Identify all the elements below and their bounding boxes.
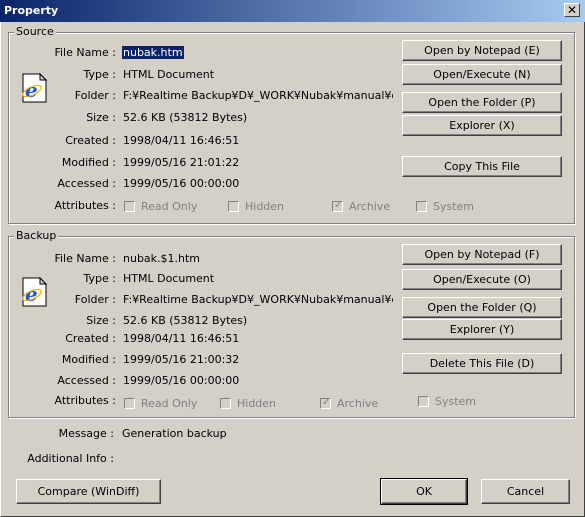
source-folder-label: Folder : xyxy=(74,89,116,102)
backup-created-label: Created : xyxy=(65,332,116,345)
delete-file-button[interactable]: Delete This File (D) xyxy=(402,353,562,374)
source-readonly-checkbox[interactable]: Read Only xyxy=(124,200,197,213)
source-created-value: 1998/04/11 16:46:51 xyxy=(123,134,240,147)
backup-attributes-label: Attributes : xyxy=(54,394,116,407)
copy-file-button[interactable]: Copy This File xyxy=(402,156,562,177)
backup-open-execute-button[interactable]: Open/Execute (O) xyxy=(402,269,562,290)
source-created-label: Created : xyxy=(65,134,116,147)
cancel-button[interactable]: Cancel xyxy=(481,479,570,504)
compare-windiff-button[interactable]: Compare (WinDiff) xyxy=(16,479,161,504)
source-file-name-label: File Name : xyxy=(54,46,116,59)
backup-type-label: Type : xyxy=(83,272,116,285)
checkmark-icon: ✓ xyxy=(334,200,343,211)
backup-file-name-value: nubak.$1.htm xyxy=(123,252,201,265)
backup-accessed-value: 1999/05/16 00:00:00 xyxy=(123,374,240,387)
backup-archive-checkbox[interactable]: ✓ Archive xyxy=(320,397,378,410)
backup-hidden-checkbox[interactable]: Hidden xyxy=(220,397,276,410)
backup-created-value: 1998/04/11 16:46:51 xyxy=(123,332,240,345)
backup-system-checkbox[interactable]: System xyxy=(418,395,476,408)
source-hidden-checkbox[interactable]: Hidden xyxy=(228,200,284,213)
checkmark-icon: ✓ xyxy=(322,397,331,408)
source-open-notepad-button[interactable]: Open by Notepad (E) xyxy=(402,40,562,61)
source-accessed-label: Accessed : xyxy=(57,177,116,190)
source-system-checkbox[interactable]: System xyxy=(416,200,474,213)
backup-accessed-label: Accessed : xyxy=(57,374,116,387)
additional-info-label: Additional Info : xyxy=(27,452,114,465)
backup-file-name-label: File Name : xyxy=(54,252,116,265)
backup-open-notepad-button[interactable]: Open by Notepad (F) xyxy=(402,244,562,265)
source-open-execute-button[interactable]: Open/Execute (N) xyxy=(402,64,562,85)
source-accessed-value: 1999/05/16 00:00:00 xyxy=(123,177,240,190)
source-open-folder-button[interactable]: Open the Folder (P) xyxy=(402,92,562,113)
window-title: Property xyxy=(4,4,59,17)
backup-modified-label: Modified : xyxy=(61,353,116,366)
close-icon: ✕ xyxy=(566,3,578,17)
backup-open-folder-button[interactable]: Open the Folder (Q) xyxy=(402,297,562,318)
source-type-value: HTML Document xyxy=(123,68,215,81)
source-explorer-button[interactable]: Explorer (X) xyxy=(402,115,562,136)
backup-folder-label: Folder : xyxy=(74,293,116,306)
source-group-title: Source xyxy=(14,25,56,38)
backup-modified-value: 1999/05/16 21:00:32 xyxy=(123,353,240,366)
close-button[interactable]: ✕ xyxy=(564,3,580,17)
ok-button[interactable]: OK xyxy=(380,478,468,505)
backup-group-title: Backup xyxy=(14,229,59,242)
backup-explorer-button[interactable]: Explorer (Y) xyxy=(402,319,562,340)
message-value: Generation backup xyxy=(122,427,227,440)
source-modified-value: 1999/05/16 21:01:22 xyxy=(123,156,240,169)
source-archive-checkbox[interactable]: ✓ Archive xyxy=(332,200,390,213)
backup-size-label: Size : xyxy=(86,314,116,327)
source-size-value: 52.6 KB (53812 Bytes) xyxy=(123,111,248,124)
source-folder-value: F:¥Realtime Backup¥D¥_WORK¥Nubak¥manual¥… xyxy=(123,89,393,102)
source-type-label: Type : xyxy=(83,68,116,81)
title-bar[interactable]: Property ✕ xyxy=(0,0,585,22)
source-size-label: Size : xyxy=(86,111,116,124)
source-attributes-label: Attributes : xyxy=(54,199,116,212)
backup-folder-value: F:¥Realtime Backup¥D¥_WORK¥Nubak¥manual¥… xyxy=(123,293,393,306)
source-modified-label: Modified : xyxy=(61,156,116,169)
backup-size-value: 52.6 KB (53812 Bytes) xyxy=(123,314,248,327)
message-label: Message : xyxy=(58,427,114,440)
backup-type-value: HTML Document xyxy=(123,272,215,285)
source-file-name-value[interactable]: nubak.htm xyxy=(122,46,184,59)
backup-readonly-checkbox[interactable]: Read Only xyxy=(124,397,197,410)
